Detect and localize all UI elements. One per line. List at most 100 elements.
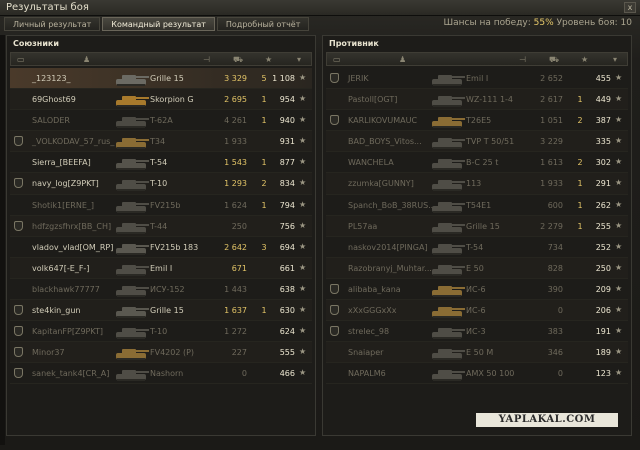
xp-value: 335: [595, 137, 611, 147]
xp-column-icon[interactable]: ★: [581, 56, 591, 64]
damage-value: 383: [547, 327, 563, 337]
table-row[interactable]: alibaba_kana ИС-6 390 209 ★: [326, 279, 628, 301]
star-icon: ★: [299, 178, 307, 188]
table-row[interactable]: strelec_98 ИС-3 383 191 ★: [326, 321, 628, 343]
damage-value: 2 652: [540, 74, 563, 83]
table-row[interactable]: PL57aa Grille 15 2 279 1 255 ★: [326, 215, 628, 237]
tab-team-result[interactable]: Командный результат: [102, 17, 215, 31]
table-row[interactable]: hdfzgzsfhrx[BB_CH] T-44 250 756 ★: [10, 215, 312, 237]
player-name: volk647[-E_F-]: [32, 263, 90, 273]
platoon-badge-icon: [330, 326, 339, 337]
damage-value: 1 933: [540, 179, 563, 189]
xp-value: 123: [595, 369, 611, 379]
table-row[interactable]: _123123_ Grille 15 3 329 5 1 108 ★: [10, 68, 312, 90]
xp-value: 555: [279, 348, 295, 358]
table-row[interactable]: _VOLKODAV_57_rus_ T34 1 933 931 ★: [10, 131, 312, 153]
enemies-title: Противник: [329, 39, 379, 48]
platoon-column-icon[interactable]: ▭: [17, 56, 27, 64]
table-row[interactable]: ste4kin_gun Grille 15 1 637 1 630 ★: [10, 300, 312, 322]
tank-silhouette-icon: [116, 222, 149, 234]
table-row[interactable]: 69Ghost69 Skorpion G2 695 1 954 ★: [10, 89, 312, 111]
table-row[interactable]: KapitanFP[Z9PKT] T-10 1 272 624 ★: [10, 321, 312, 343]
damage-value: 1 613: [540, 158, 563, 168]
table-row[interactable]: WANCHELA B-C 25 t1 613 2 302 ★: [326, 152, 628, 174]
tank-silhouette-icon: [432, 349, 465, 361]
xp-value: 262: [595, 200, 611, 210]
status-column-icon[interactable]: ▾: [297, 56, 307, 64]
damage-value: 734: [547, 242, 563, 252]
damage-value: 671: [231, 263, 247, 273]
tab-personal-result[interactable]: Личный результат: [4, 17, 101, 31]
star-icon: ★: [615, 262, 623, 272]
table-row[interactable]: Shotik1[ERNE_] FV215b 1 624 1 794 ★: [10, 195, 312, 216]
close-button[interactable]: x: [624, 2, 636, 13]
player-column-icon[interactable]: ♟: [399, 56, 409, 64]
kills-column-icon[interactable]: ⛟: [549, 56, 559, 64]
tank-silhouette-icon: [116, 159, 149, 171]
table-row[interactable]: sanek_tank4[CR_A] Nashorn 0 466 ★: [10, 363, 312, 385]
player-name: Razobranyj_Muhtar...: [348, 263, 432, 273]
table-row[interactable]: Pastoll[OGT] WZ-111 1-4 2 617 1 449 ★: [326, 89, 628, 111]
table-row[interactable]: Sierra_[BEEFA] T-54 1 543 1 877 ★: [10, 152, 312, 174]
table-row[interactable]: Razobranyj_Muhtar... E 50 828 250 ★: [326, 257, 628, 279]
star-icon: ★: [299, 368, 307, 378]
damage-value: 2 695: [224, 95, 247, 105]
status-column-icon[interactable]: ▾: [613, 56, 623, 64]
table-row[interactable]: blackhawk77777 ИСУ-152 1 443 638 ★: [10, 279, 312, 301]
damage-value: 0: [557, 306, 563, 316]
damage-value: 1 293: [224, 179, 247, 189]
damage-column-icon[interactable]: ⊣: [519, 56, 529, 64]
vehicle-name: Skorpion G: [150, 95, 194, 105]
xp-value: 387: [595, 116, 611, 126]
damage-value: 1 624: [224, 200, 247, 210]
table-row[interactable]: NAPALM6 AMX 50 100 0 123 ★: [326, 363, 628, 385]
table-row[interactable]: SALODER T-62A 4 261 1 940 ★: [10, 110, 312, 132]
damage-value: 1 543: [224, 158, 247, 168]
xp-column-icon[interactable]: ★: [265, 56, 275, 64]
kills-column-icon[interactable]: ⛟: [233, 56, 243, 64]
table-row[interactable]: zzumka[GUNNY] 113 1 933 1 291 ★: [326, 173, 628, 195]
star-icon: ★: [615, 73, 623, 82]
tank-silhouette-icon: [432, 159, 465, 171]
table-row[interactable]: Minor37 FV4202 (P) 227 555 ★: [10, 342, 312, 364]
tank-silhouette-icon: [116, 201, 149, 213]
player-name: KapitanFP[Z9PKT]: [32, 327, 103, 337]
table-row[interactable]: volk647[-E_F-] Emil I 671 661 ★: [10, 257, 312, 279]
tank-silhouette-icon: [116, 285, 149, 297]
table-row[interactable]: naskov2014[PINGA] T-54 734 252 ★: [326, 237, 628, 258]
tank-silhouette-icon: [432, 307, 465, 319]
xp-value: 954: [279, 95, 295, 105]
enemies-column-header: ▭ ♟ ⊣ ⛟ ★ ▾: [326, 52, 628, 66]
vehicle-name: T-54: [466, 242, 484, 252]
damage-column-icon[interactable]: ⊣: [203, 56, 213, 64]
xp-value: 449: [595, 95, 611, 105]
xp-value: 252: [595, 242, 611, 252]
platoon-column-icon[interactable]: ▭: [333, 56, 343, 64]
damage-value: 250: [231, 221, 247, 231]
vehicle-name: 113: [466, 179, 482, 189]
table-row[interactable]: Snaiaper E 50 M 346 189 ★: [326, 342, 628, 364]
platoon-badge-icon: [14, 220, 23, 231]
star-icon: ★: [615, 115, 623, 125]
table-row[interactable]: Spanch_BoB_38RUS... T54E1 600 1 262 ★: [326, 195, 628, 216]
tab-detailed-report[interactable]: Подробный отчёт: [216, 17, 310, 31]
table-row[interactable]: JERIK Emil I 2 652 455 ★: [326, 68, 628, 90]
player-column-icon[interactable]: ♟: [83, 56, 93, 64]
star-icon: ★: [299, 262, 307, 272]
table-row[interactable]: xXxGGGxXx ИС-6 0 206 ★: [326, 300, 628, 322]
table-row[interactable]: vladov_vlad[OM_RP] FV215b 183 2 642 3 694 ★: [10, 237, 312, 258]
table-row[interactable]: BAD_BOYS_Vitos... TVP T 50/51 3 229 335 ★: [326, 131, 628, 153]
player-name: Shotik1[ERNE_]: [32, 200, 95, 210]
tank-silhouette-icon: [432, 370, 465, 382]
player-name: 69Ghost69: [32, 95, 76, 105]
star-icon: ★: [615, 326, 623, 336]
table-row[interactable]: KARLIKOVUMAUC T26E5 1 051 2 387 ★: [326, 110, 628, 132]
platoon-badge-icon: [14, 347, 23, 358]
star-icon: ★: [299, 305, 307, 315]
player-name: naskov2014[PINGA]: [348, 242, 428, 252]
xp-value: 302: [595, 158, 611, 168]
table-row[interactable]: navy_log[Z9PKT] T-10 1 293 2 834 ★: [10, 173, 312, 195]
damage-value: 390: [547, 284, 563, 294]
xp-value: 189: [595, 348, 611, 358]
vehicle-name: FV215b 183: [150, 242, 199, 252]
